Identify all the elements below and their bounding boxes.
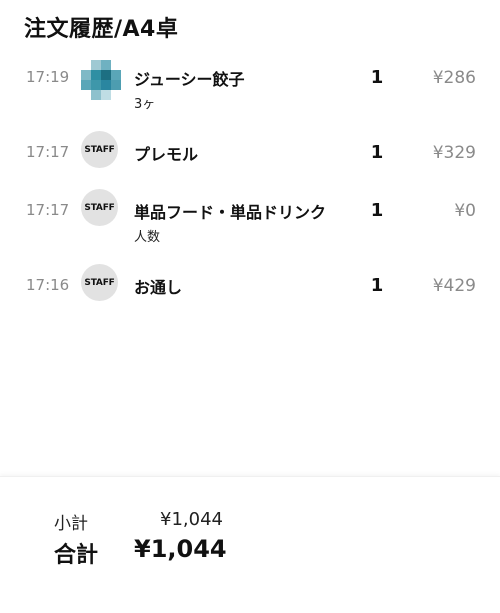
subtotal-label: 小計: [54, 514, 88, 534]
item-option: 3ヶ: [134, 97, 156, 112]
page-title: 注文履歴/A4卓: [24, 17, 179, 42]
item-price: ¥429: [432, 276, 476, 296]
item-price: ¥0: [454, 201, 476, 221]
item-price: ¥329: [432, 143, 476, 163]
item-name: 単品フード・単品ドリンク: [134, 203, 327, 222]
item-quantity: 1: [370, 67, 384, 88]
order-time: 17:17: [26, 201, 70, 219]
order-row[interactable]: 17:17 STAFF プレモル 1 ¥329: [0, 131, 500, 198]
order-row[interactable]: 17:16 STAFF お通し 1 ¥429: [0, 264, 500, 331]
item-quantity: 1: [370, 200, 384, 221]
food-photo-thumbnail: [81, 60, 121, 100]
subtotal-value: ¥1,044: [160, 509, 223, 530]
order-history-list: 17:19 ジューシー餃子 3ヶ 1 ¥286 17:17 STAFF プレモル…: [0, 56, 500, 331]
total-value: ¥1,044: [134, 535, 227, 563]
order-row[interactable]: 17:17 STAFF 単品フード・単品ドリンク 人数 1 ¥0: [0, 189, 500, 256]
item-quantity: 1: [370, 275, 384, 296]
staff-avatar-icon: STAFF: [81, 131, 118, 168]
item-option: 人数: [134, 230, 161, 245]
item-name: プレモル: [134, 145, 199, 164]
order-time: 17:16: [26, 276, 70, 294]
item-price: ¥286: [432, 68, 476, 88]
item-name: ジューシー餃子: [134, 70, 245, 89]
staff-avatar-icon: STAFF: [81, 264, 118, 301]
item-quantity: 1: [370, 142, 384, 163]
order-row[interactable]: 17:19 ジューシー餃子 3ヶ 1 ¥286: [0, 56, 500, 123]
item-name: お通し: [134, 278, 183, 297]
staff-avatar-icon: STAFF: [81, 189, 118, 226]
order-time: 17:17: [26, 143, 70, 161]
order-time: 17:19: [26, 68, 70, 86]
order-summary-footer: 小計 ¥1,044 合計 ¥1,044: [0, 476, 500, 613]
total-label: 合計: [54, 543, 99, 568]
